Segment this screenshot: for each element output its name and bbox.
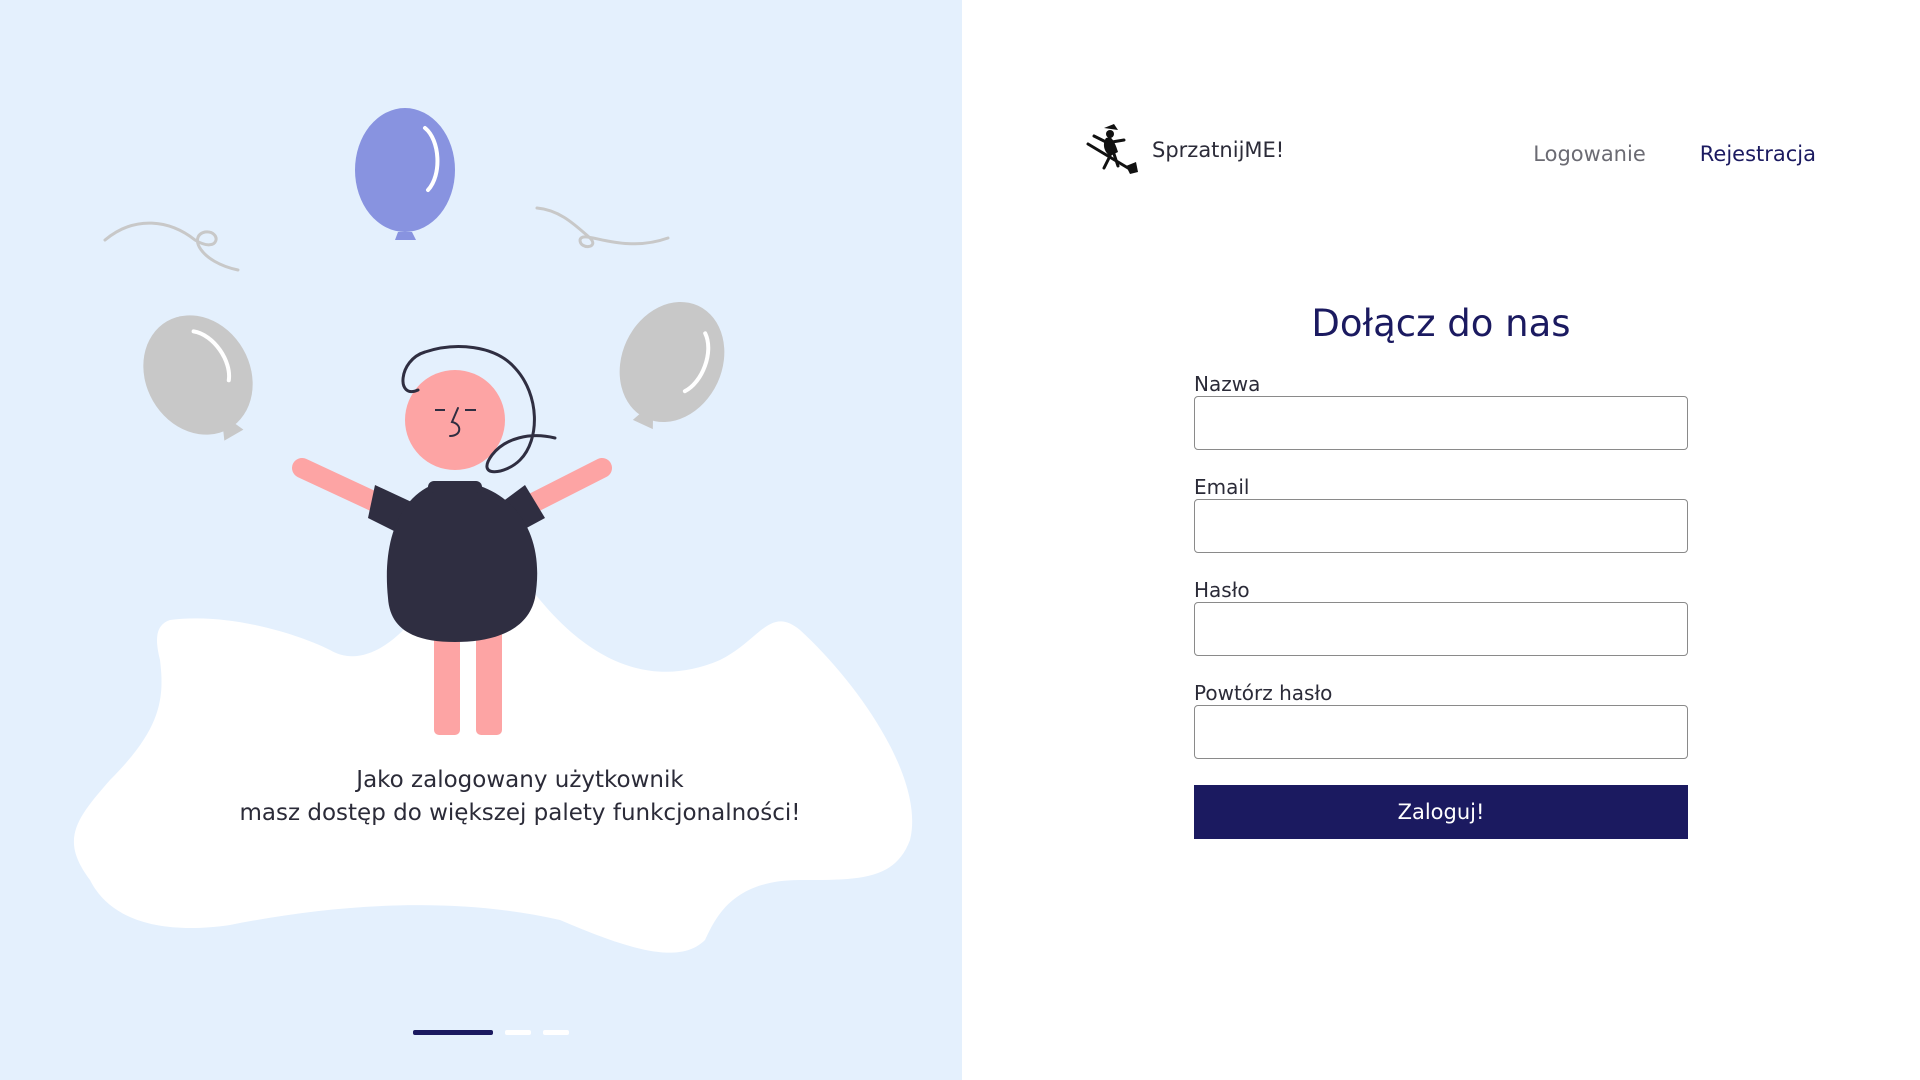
top-nav: Logowanie Rejestracja (1533, 142, 1816, 166)
caption-line-1: Jako zalogowany użytkownik (356, 767, 684, 793)
slide-dot-3[interactable] (543, 1030, 569, 1035)
squiggle-left (103, 221, 240, 272)
witch-broom-logo-icon (1086, 124, 1138, 174)
name-input[interactable] (1194, 396, 1688, 450)
password-label: Hasło (1194, 578, 1250, 602)
slide-dot-2[interactable] (505, 1030, 531, 1035)
name-label: Nazwa (1194, 372, 1261, 396)
repeat-password-label: Powtórz hasło (1194, 681, 1333, 705)
slide-dot-1[interactable] (413, 1030, 493, 1035)
squiggle-right (535, 206, 670, 248)
registration-form: Dołącz do nas Nazwa Email Hasło Powtórz … (1194, 302, 1688, 839)
nav-login-link[interactable]: Logowanie (1533, 142, 1645, 166)
password-input[interactable] (1194, 602, 1688, 656)
name-field-group: Nazwa (1194, 373, 1688, 450)
registration-panel: SprzatnijME! Logowanie Rejestracja Dołąc… (962, 0, 1920, 1080)
illustration-caption: Jako zalogowany użytkownik masz dostęp d… (150, 764, 890, 830)
email-field-group: Email (1194, 476, 1688, 553)
brand-name: SprzatnijME! (1152, 138, 1285, 162)
nav-register-link[interactable]: Rejestracja (1700, 142, 1816, 166)
illustration-panel: Jako zalogowany użytkownik masz dostęp d… (0, 0, 962, 1080)
repeat-password-input[interactable] (1194, 705, 1688, 759)
email-label: Email (1194, 475, 1250, 499)
balloon-gray-right (619, 301, 725, 430)
caption-line-2: masz dostęp do większej palety funkcjona… (239, 800, 801, 826)
form-title: Dołącz do nas (1311, 302, 1571, 345)
balloon-blue (355, 108, 455, 240)
page: Jako zalogowany użytkownik masz dostęp d… (0, 0, 1920, 1080)
repeat-password-field-group: Powtórz hasło (1194, 682, 1688, 759)
submit-button[interactable]: Zaloguj! (1194, 785, 1688, 839)
balloon-gray-left (143, 315, 253, 441)
email-input[interactable] (1194, 499, 1688, 553)
slide-indicator (413, 1030, 569, 1035)
password-field-group: Hasło (1194, 579, 1688, 656)
brand[interactable]: SprzatnijME! (1084, 122, 1284, 178)
celebration-illustration (73, 108, 913, 953)
